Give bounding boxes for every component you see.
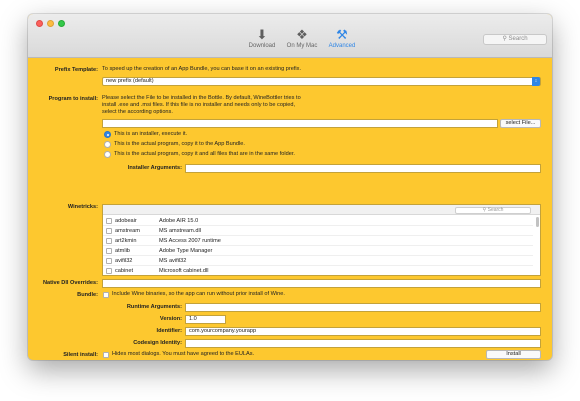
codesign-identity-field[interactable]: [185, 339, 541, 348]
close-window-button[interactable]: [36, 20, 43, 27]
program-file-field[interactable]: [102, 119, 498, 128]
option-installer-radio[interactable]: [104, 131, 111, 138]
prefix-template-label: Prefix Template:: [54, 67, 98, 73]
bundle-include-wine-checkbox[interactable]: [103, 292, 109, 298]
search-icon: ⚲: [482, 206, 487, 213]
codesign-identity-label: Codesign Identity:: [133, 340, 182, 346]
winetricks-list-header: ⚲ Search: [103, 205, 540, 215]
identifier-label: Identifier:: [156, 328, 182, 334]
silent-install-label: Silent install:: [63, 352, 98, 358]
toolbar-advanced-label: Advanced: [328, 43, 356, 49]
winetricks-label: Winetricks:: [67, 204, 98, 210]
toolbar-search-field[interactable]: ⚲ Search: [483, 34, 547, 45]
version-field[interactable]: 1.0: [185, 315, 226, 324]
prefix-template-selected: new prefix (default): [106, 78, 154, 84]
winetricks-row[interactable]: cabinet Microsoft cabinet.dll: [103, 266, 533, 275]
bundle-include-wine-text: Include Wine binaries, so the app can ru…: [112, 291, 285, 297]
winetricks-row-description: Microsoft cabinet.dll: [159, 268, 209, 274]
prefix-template-select[interactable]: new prefix (default) ↕: [102, 77, 541, 86]
chevron-updown-icon: ↕: [532, 77, 540, 86]
silent-install-text: Hides most dialogs. You must have agreed…: [112, 351, 255, 357]
option-copy-app-radio[interactable]: [104, 141, 111, 148]
wrench-icon: ⚒: [336, 27, 348, 42]
winetricks-row-name: atmlib: [115, 248, 130, 254]
winetricks-search-placeholder: Search: [487, 206, 504, 213]
winetricks-list: ⚲ Search adobeair Adobe AIR 15.0 amstrea…: [102, 204, 541, 276]
select-file-button[interactable]: select File...: [500, 119, 541, 128]
identifier-field[interactable]: com.yourcompany.yourapp: [185, 327, 541, 336]
bundle-label: Bundle:: [77, 292, 98, 298]
winetricks-row-checkbox[interactable]: [106, 248, 112, 254]
installer-arguments-field[interactable]: [185, 164, 541, 173]
winetricks-row-name: avifil32: [115, 258, 133, 264]
prefix-template-description: To speed up the creation of an App Bundl…: [102, 66, 302, 72]
winetricks-row-description: MS amstream.dll: [159, 228, 201, 234]
option-copy-app-label: This is the actual program, copy it to t…: [114, 141, 245, 147]
advanced-pane: Prefix Template: To speed up the creatio…: [28, 58, 552, 360]
search-icon: ⚲: [502, 36, 507, 42]
toolbar-search-placeholder: Search: [508, 36, 528, 42]
winetricks-row[interactable]: avifil32 MS avifil32: [103, 256, 533, 266]
winetricks-row[interactable]: amstream MS amstream.dll: [103, 226, 533, 236]
install-button[interactable]: Install: [486, 350, 541, 359]
winetricks-row-checkbox[interactable]: [106, 238, 112, 244]
winetricks-row-description: Adobe Type Manager: [159, 248, 213, 254]
winebottler-window: ⬇ Download ❖ On My Mac ⚒ Advanced ⚲ Sear…: [28, 14, 552, 360]
winetricks-row[interactable]: atmlib Adobe Type Manager: [103, 246, 533, 256]
option-installer-label: This is an installer, execute it.: [114, 131, 188, 137]
runtime-arguments-field[interactable]: [185, 303, 541, 312]
titlebar: ⬇ Download ❖ On My Mac ⚒ Advanced ⚲ Sear…: [28, 14, 552, 58]
runtime-arguments-label: Runtime Arguments:: [126, 304, 182, 310]
toolbar-on-my-mac-label: On My Mac: [286, 43, 318, 49]
toolbar-on-my-mac[interactable]: ❖ On My Mac: [282, 27, 322, 53]
toolbar-download-label: Download: [248, 43, 276, 49]
silent-install-checkbox[interactable]: [103, 352, 109, 358]
winetricks-row-description: MS avifil32: [159, 258, 187, 264]
winetricks-row-name: art2kmin: [115, 238, 137, 244]
option-copy-folder-label: This is the actual program, copy it and …: [114, 151, 295, 157]
winetricks-row-name: amstream: [115, 228, 140, 234]
toolbar-advanced[interactable]: ⚒ Advanced: [322, 27, 362, 53]
winetricks-scrollbar[interactable]: [536, 217, 539, 227]
option-copy-folder-radio[interactable]: [104, 151, 111, 158]
winetricks-row-checkbox[interactable]: [106, 218, 112, 224]
zoom-window-button[interactable]: [58, 20, 65, 27]
winetricks-row-name: cabinet: [115, 268, 134, 274]
native-dll-overrides-label: Native Dll Overrides:: [42, 280, 98, 286]
program-description-line3: select the according options.: [102, 109, 173, 115]
winetricks-search-field[interactable]: ⚲ Search: [455, 206, 531, 214]
winetricks-row[interactable]: adobeair Adobe AIR 15.0: [103, 216, 533, 226]
winetricks-row-name: adobeair: [115, 218, 137, 224]
installer-arguments-label: Installer Arguments:: [127, 165, 182, 171]
program-description-line2: install .exe and .msi files. If this fil…: [102, 102, 296, 108]
winetricks-row-checkbox[interactable]: [106, 258, 112, 264]
winetricks-row-checkbox[interactable]: [106, 268, 112, 274]
minimize-window-button[interactable]: [47, 20, 54, 27]
winetricks-row-description: MS Access 2007 runtime: [159, 238, 221, 244]
winetricks-row-description: Adobe AIR 15.0: [159, 218, 199, 224]
diamond-grid-icon: ❖: [296, 27, 308, 42]
version-label: Version:: [159, 316, 182, 322]
winetricks-row-checkbox[interactable]: [106, 228, 112, 234]
program-description-line1: Please select the File to be installed i…: [102, 95, 301, 101]
native-dll-overrides-field[interactable]: [102, 279, 541, 288]
program-to-install-label: Program to install:: [48, 96, 98, 102]
toolbar-download[interactable]: ⬇ Download: [242, 27, 282, 53]
winetricks-row[interactable]: art2kmin MS Access 2007 runtime: [103, 236, 533, 246]
download-icon: ⬇: [256, 27, 268, 42]
